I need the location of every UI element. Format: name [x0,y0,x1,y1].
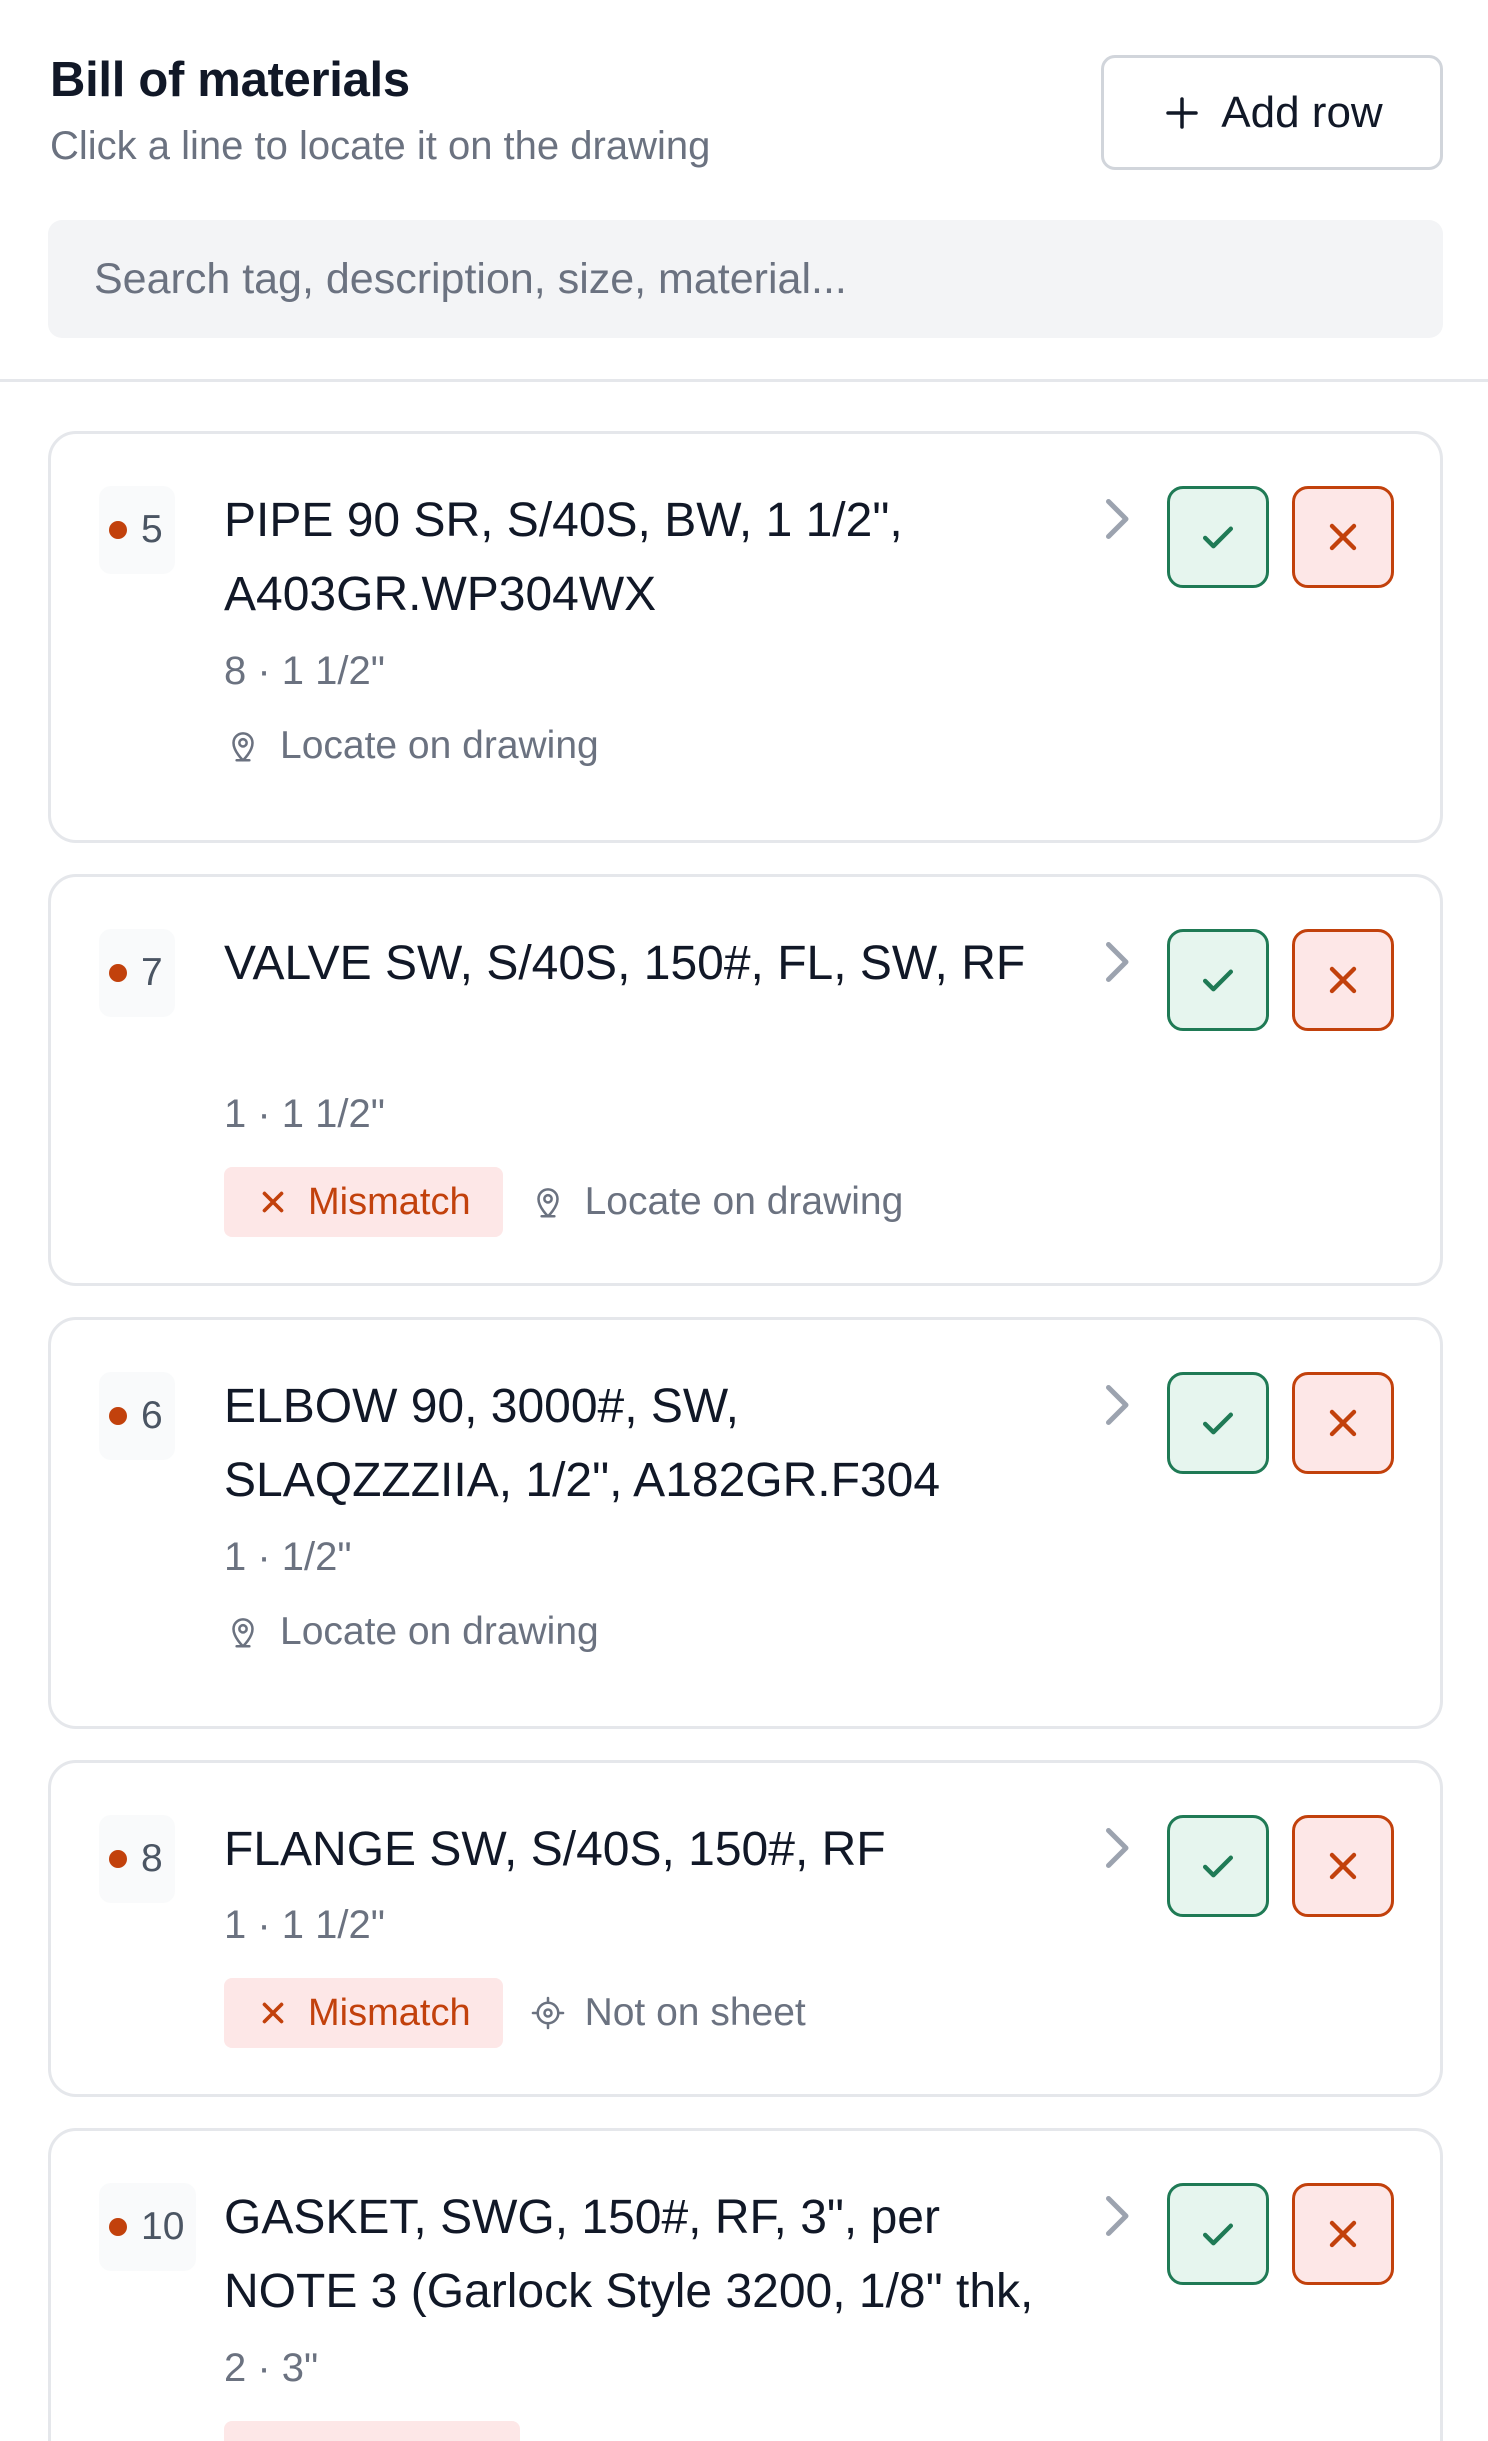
tag-badge: 8 [99,1815,175,1903]
panel-header: Bill of materials Click a line to locate… [0,0,1488,382]
close-icon [262,1191,284,1213]
locate-label: Locate on drawing [584,1180,904,1223]
quantity-size: 1 · 1 1/2" [224,1092,385,1136]
locate-on-drawing-link[interactable]: Locate on drawing [224,724,599,768]
add-row-button[interactable]: Add row [1101,55,1443,170]
tag-badge: 7 [99,929,175,1017]
status-dot [109,1407,127,1425]
check-icon [1202,2223,1234,2246]
approve-button[interactable] [1167,2183,1269,2285]
description-line: SLAQZZZIIA, 1/2", A182GR.F304 [224,1454,941,1507]
check-icon [1202,969,1234,992]
bom-panel: Bill of materials Click a line to locate… [0,0,1488,2441]
reject-button[interactable] [1292,1372,1394,1474]
bom-row[interactable]: 8 FLANGE SW, S/40S, 150#, RF 1 · 1 1/2" … [48,1760,1443,2097]
mismatch-label: Mismatch [308,1991,471,2034]
page-subtitle: Click a line to locate it on the drawing [50,124,711,168]
chevron-right-icon[interactable] [1096,937,1136,987]
close-icon [1329,523,1357,551]
map-pin-icon [536,1188,559,1218]
reject-button[interactable] [1292,2183,1394,2285]
locate-on-drawing-link[interactable]: Locate on drawing [529,1180,904,1224]
quantity-size: 1 · 1/2" [224,1535,352,1579]
mismatch-badge: Mismatch [224,1978,503,2048]
row-actions: Mismatch Not on sheet [224,1978,806,2048]
description-line: ELBOW 90, 3000#, SW, [224,1380,739,1433]
bom-row[interactable]: 6 ELBOW 90, 3000#, SW, SLAQZZZIIA, 1/2",… [48,1317,1443,1729]
tag-badge: 10 [99,2183,197,2271]
check-icon [1202,526,1234,549]
search-input[interactable]: Search tag, description, size, material.… [48,220,1443,338]
quantity-size: 2 · 3" [224,2346,319,2390]
bom-row[interactable]: 10 GASKET, SWG, 150#, RF, 3", per NOTE 3… [48,2128,1443,2441]
bom-row[interactable]: 7 VALVE SW, S/40S, 150#, FL, SW, RF 1 · … [48,874,1443,1286]
status-badge [224,2421,520,2441]
status-dot [109,1850,127,1868]
close-icon [1329,966,1357,994]
description-line: VALVE SW, S/40S, 150#, FL, SW, RF [224,937,1026,990]
row-actions: Locate on drawing [224,1610,599,1654]
tag-badge: 5 [99,486,175,574]
locate-on-drawing-link[interactable]: Locate on drawing [224,1610,599,1654]
tag-number: 10 [141,2205,185,2248]
approve-button[interactable] [1167,486,1269,588]
not-on-sheet-label: Not on sheet [584,1991,806,2034]
close-icon [1329,2220,1357,2248]
tag-number: 7 [141,951,163,994]
locate-label: Locate on drawing [280,724,599,767]
tag-number: 6 [141,1394,163,1437]
description-line: PIPE 90 SR, S/40S, BW, 1 1/2", [224,494,903,547]
add-row-label: Add row [1221,87,1383,137]
close-icon [262,2002,284,2024]
mismatch-badge: Mismatch [224,1167,503,1237]
row-actions: Mismatch Locate on drawing [224,1167,903,1237]
description-line: NOTE 3 (Garlock Style 3200, 1/8" thk, [224,2265,1034,2318]
approve-button[interactable] [1167,1815,1269,1917]
item-description: GASKET, SWG, 150#, RF, 3", per NOTE 3 (G… [224,2181,1124,2329]
item-description: ELBOW 90, 3000#, SW, SLAQZZZIIA, 1/2", A… [224,1370,1104,1518]
tag-badge: 6 [99,1372,175,1460]
mismatch-label: Mismatch [308,1180,471,1223]
status-dot [109,521,127,539]
crosshair-icon [531,1996,564,2030]
item-description: PIPE 90 SR, S/40S, BW, 1 1/2", A403GR.WP… [224,484,1104,632]
item-description: FLANGE SW, S/40S, 150#, RF [224,1813,1104,1887]
description-line: GASKET, SWG, 150#, RF, 3", per [224,2191,940,2244]
map-pin-icon [232,732,254,762]
item-description: VALVE SW, S/40S, 150#, FL, SW, RF [224,927,1104,1001]
chevron-right-icon[interactable] [1096,494,1136,544]
status-dot [109,2218,127,2236]
plus-icon [1166,96,1199,129]
approve-button[interactable] [1167,1372,1269,1474]
row-actions: Locate on drawing [224,724,599,768]
row-actions [224,2421,520,2441]
check-icon [1202,1855,1234,1878]
description-line: FLANGE SW, S/40S, 150#, RF [224,1823,886,1876]
description-line: A403GR.WP304WX [224,568,657,621]
quantity-size: 8 · 1 1/2" [224,649,385,693]
tag-number: 5 [141,508,163,551]
status-dot [109,964,127,982]
reject-button[interactable] [1292,1815,1394,1917]
bom-row[interactable]: 5 PIPE 90 SR, S/40S, BW, 1 1/2", A403GR.… [48,431,1443,843]
close-icon [1329,1409,1357,1437]
chevron-right-icon[interactable] [1096,1380,1136,1430]
approve-button[interactable] [1167,929,1269,1031]
page-title: Bill of materials [50,53,410,107]
reject-button[interactable] [1292,929,1394,1031]
close-icon [1329,1852,1357,1880]
chevron-right-icon[interactable] [1096,1823,1136,1873]
search-placeholder: Search tag, description, size, material.… [94,254,847,303]
chevron-right-icon[interactable] [1096,2191,1136,2241]
not-on-sheet-indicator: Not on sheet [529,1991,806,2035]
tag-number: 8 [141,1837,163,1880]
check-icon [1202,1412,1234,1435]
reject-button[interactable] [1292,486,1394,588]
locate-label: Locate on drawing [280,1610,599,1653]
map-pin-icon [232,1618,254,1648]
quantity-size: 1 · 1 1/2" [224,1903,385,1947]
